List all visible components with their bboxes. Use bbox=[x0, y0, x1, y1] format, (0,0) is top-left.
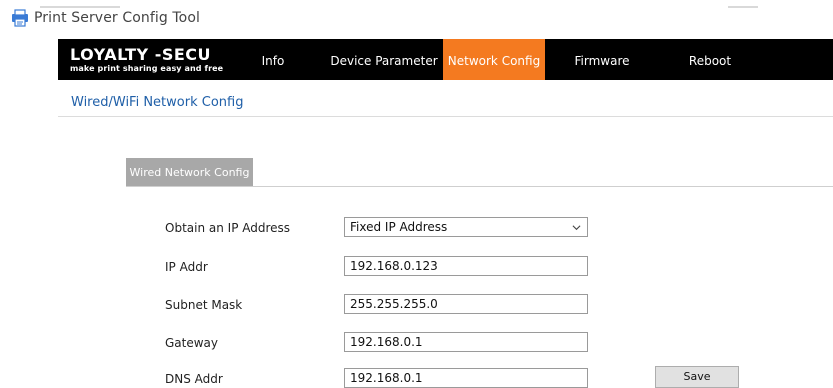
nav-item-network-config[interactable]: Network Config bbox=[443, 39, 545, 80]
page-title-divider bbox=[58, 116, 833, 117]
obtain-ip-value: Fixed IP Address bbox=[350, 220, 448, 234]
printer-app-icon bbox=[12, 9, 28, 27]
titlebar-divider bbox=[40, 6, 120, 8]
titlebar-divider bbox=[728, 6, 758, 8]
nav-item-reboot[interactable]: Reboot bbox=[680, 39, 740, 80]
subnet-mask-field[interactable]: 255.255.255.0 bbox=[344, 294, 588, 314]
obtain-ip-label: Obtain an IP Address bbox=[165, 221, 291, 235]
nav-item-device-parameter[interactable]: Device Parameter bbox=[330, 39, 438, 80]
obtain-ip-select[interactable]: Fixed IP Address bbox=[344, 217, 588, 237]
window-titlebar: Print Server Config Tool bbox=[0, 0, 833, 36]
main-navbar: LOYALTY -SECU make print sharing easy an… bbox=[58, 39, 833, 113]
gateway-label: Gateway bbox=[165, 336, 219, 350]
subnet-mask-label: Subnet Mask bbox=[165, 298, 243, 312]
brand-name: LOYALTY -SECU bbox=[70, 45, 212, 64]
tab-wired-network-config[interactable]: Wired Network Config bbox=[126, 158, 253, 186]
brand-tagline: make print sharing easy and free bbox=[70, 64, 224, 73]
brand-logo: LOYALTY -SECU make print sharing easy an… bbox=[58, 39, 228, 80]
nav-item-firmware-upgrade[interactable]: Firmware Upgrade bbox=[548, 39, 656, 113]
chevron-down-icon bbox=[572, 225, 581, 231]
dns-addr-field[interactable]: 192.168.0.1 bbox=[344, 368, 588, 388]
gateway-field[interactable]: 192.168.0.1 bbox=[344, 332, 588, 352]
ip-addr-field[interactable]: 192.168.0.123 bbox=[344, 256, 588, 276]
tab-divider bbox=[126, 186, 833, 187]
page-title: Wired/WiFi Network Config bbox=[71, 95, 244, 110]
dns-addr-label: DNS Addr bbox=[165, 372, 223, 386]
nav-item-info[interactable]: Info bbox=[250, 39, 296, 80]
window-title: Print Server Config Tool bbox=[34, 10, 200, 26]
ip-addr-label: IP Addr bbox=[165, 260, 208, 274]
